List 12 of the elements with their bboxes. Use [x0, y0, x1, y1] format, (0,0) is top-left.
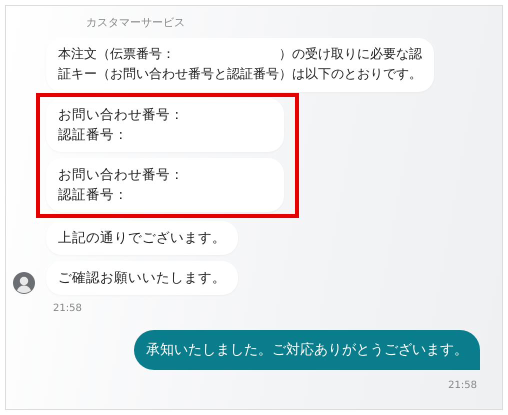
- message-bubble: 上記の通りでございます。: [46, 221, 238, 255]
- message-bubble: 本注文（伝票番号： ）の受け取りに必要な認証キー（お問い合わせ番号と認証番号）は以下のとおりです。: [46, 38, 434, 92]
- message-bubble: 承知いたしました。ご対応ありがとうございます。: [134, 330, 480, 370]
- timestamp: 21:58: [53, 302, 83, 316]
- message-line: 認証番号：: [58, 126, 129, 145]
- message-bubble: ご確認お願いいたします。: [46, 261, 238, 295]
- message-line: お問い合わせ番号：: [58, 166, 185, 185]
- message-line: お問い合わせ番号：: [58, 106, 185, 125]
- message-line: 認証番号：: [58, 186, 129, 205]
- avatar-icon: [13, 272, 35, 294]
- sender-name: カスタマーサービス: [86, 16, 186, 30]
- timestamp: 21:58: [448, 379, 477, 393]
